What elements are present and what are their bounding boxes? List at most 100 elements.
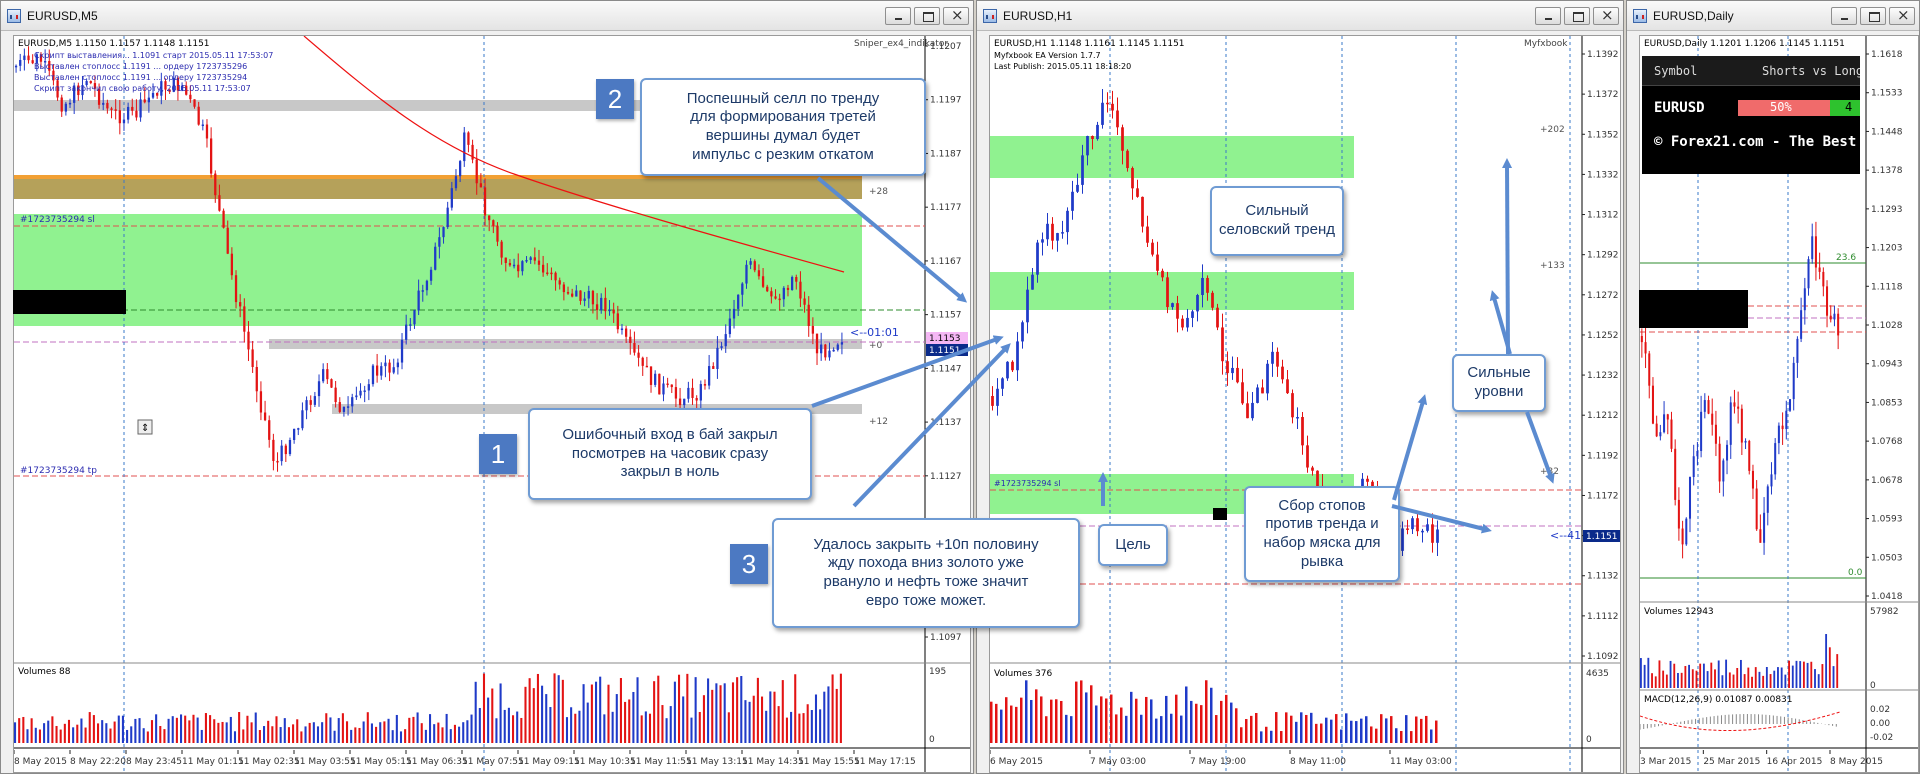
candle-body: [674, 387, 678, 399]
candle-body: [575, 290, 578, 297]
price-label: 1.1132: [1587, 572, 1619, 582]
time-label: 8 May 2015: [1830, 757, 1883, 767]
candle-body: [454, 176, 458, 189]
volume-bar: [1651, 673, 1653, 688]
volume-bar: [341, 713, 344, 743]
candle-body: [1426, 524, 1429, 531]
candle-body: [156, 92, 159, 96]
badge-2: 2: [596, 79, 634, 119]
chart-window-daily[interactable]: EURUSD,Daily EURUSD,Daily 1.1201 1.1206 …: [1626, 0, 1920, 774]
candle-body: [297, 428, 300, 430]
candle-body: [209, 138, 213, 174]
time-label: 11 May 05:15: [350, 757, 412, 767]
window-titlebar[interactable]: EURUSD,Daily: [1627, 1, 1919, 31]
volume-bar: [586, 702, 589, 743]
maximize-button[interactable]: [1564, 7, 1590, 25]
volume-bar: [653, 681, 656, 743]
volume-bar: [308, 722, 311, 743]
candle-body: [741, 283, 744, 295]
time-label: 11 May 13:15: [686, 757, 748, 767]
candle-body: [1021, 322, 1024, 342]
volume-bar: [105, 723, 108, 743]
minimize-button[interactable]: [1831, 7, 1857, 25]
time-label: 11 May 09:15: [518, 757, 580, 767]
candle-body: [351, 397, 354, 407]
candle-body: [338, 402, 341, 412]
candle-body: [1296, 416, 1299, 419]
volume-bar: [1669, 660, 1672, 688]
volume-bar: [300, 731, 303, 743]
candle-body: [214, 173, 217, 196]
volume-bar: [275, 716, 278, 743]
volume-bar: [47, 720, 50, 743]
volume-bar: [719, 685, 722, 743]
candle-body: [1714, 424, 1717, 444]
volume-bar: [1130, 691, 1133, 743]
volume-bar: [258, 730, 261, 743]
candle-body: [624, 328, 628, 337]
volume-bar: [358, 727, 361, 743]
volume-bar: [648, 713, 652, 743]
chart-area-daily[interactable]: EURUSD,Daily 1.1201 1.1206 1.1145 1.1151…: [1639, 35, 1919, 773]
close-button[interactable]: [1593, 6, 1619, 25]
candle-body: [442, 227, 445, 238]
candle-body: [363, 390, 366, 392]
candle-body: [139, 99, 142, 118]
green-zone: [990, 136, 1354, 178]
candle-body: [429, 269, 433, 281]
candle-body: [334, 387, 337, 403]
volume-bar: [773, 691, 776, 743]
candle-body: [803, 298, 806, 305]
macd-axis-label: 0.00: [1870, 719, 1890, 729]
volume-bar: [1045, 716, 1048, 743]
volume-bar: [1810, 661, 1813, 688]
candle-body: [1692, 456, 1695, 478]
volume-bar: [337, 718, 340, 743]
window-titlebar[interactable]: EURUSD,M5: [1, 1, 973, 31]
time-label: 7 May 19:00: [1190, 757, 1246, 767]
candle-body: [1226, 361, 1229, 374]
close-button[interactable]: [943, 6, 969, 25]
price-label: 1.1203: [1871, 244, 1903, 254]
volume-bar: [1110, 694, 1113, 743]
close-button[interactable]: [1889, 6, 1915, 25]
candle-body: [259, 391, 263, 413]
volume-bar: [1265, 726, 1268, 743]
candle-body: [807, 304, 810, 326]
volume-bar: [1280, 731, 1283, 743]
candle-body: [1411, 518, 1414, 530]
candle-body: [525, 259, 528, 262]
price-label: 1.1212: [1587, 411, 1619, 421]
maximize-button[interactable]: [1860, 7, 1886, 25]
volume-bar: [536, 673, 539, 743]
volume-bar: [624, 701, 627, 743]
order-label: #1723735294 sl: [994, 479, 1061, 488]
maximize-button[interactable]: [914, 7, 940, 25]
candle-body: [757, 270, 761, 277]
candle-body: [662, 383, 665, 395]
candle-body: [1792, 362, 1795, 400]
volume-bar: [325, 713, 328, 743]
minimize-button[interactable]: [885, 7, 911, 25]
volume-bar: [395, 714, 398, 743]
candle-body: [60, 97, 63, 112]
volume-bar: [1791, 665, 1794, 688]
time-label: 11 May 14:35: [742, 757, 804, 767]
candle-body: [815, 333, 819, 354]
window-titlebar[interactable]: EURUSD,H1: [977, 1, 1623, 31]
candle-body: [691, 387, 694, 398]
candle-body: [1751, 470, 1754, 489]
volume-bar: [574, 713, 577, 743]
minimize-button[interactable]: [1535, 7, 1561, 25]
candle-body: [1076, 184, 1079, 192]
volume-bar: [532, 688, 535, 743]
window-title: EURUSD,H1: [1003, 8, 1073, 23]
candle-body: [649, 366, 653, 385]
candle-body: [251, 349, 254, 367]
volume-bar: [437, 722, 440, 743]
macd-axis-label: 0.02: [1870, 705, 1890, 715]
volume-bar: [1200, 705, 1203, 743]
candle-body: [508, 262, 512, 266]
volume-bar: [163, 729, 166, 743]
volume-bar: [1055, 699, 1058, 743]
